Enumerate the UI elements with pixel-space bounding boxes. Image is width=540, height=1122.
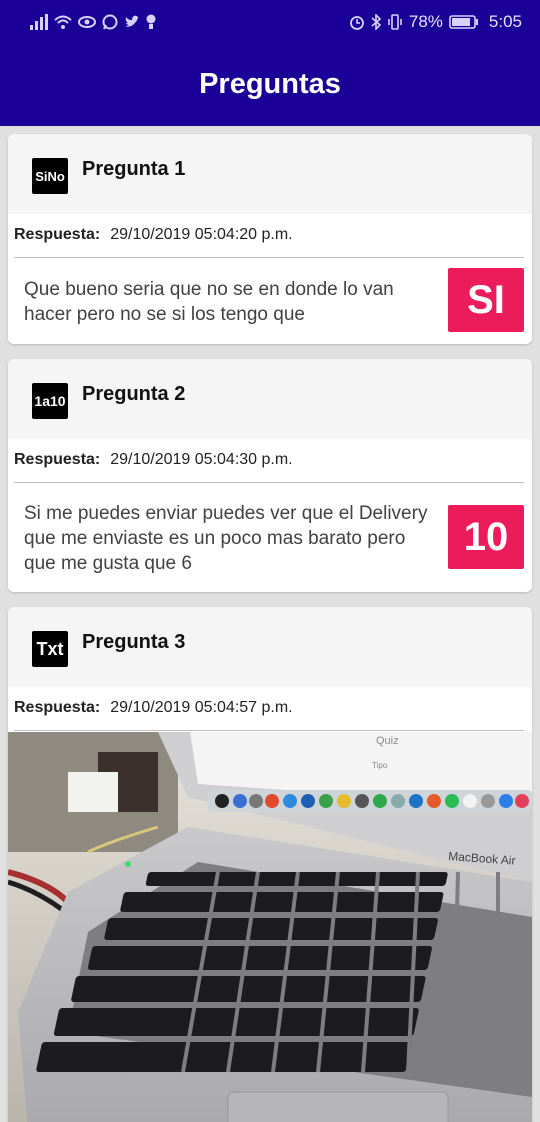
response-label: Respuesta:	[14, 451, 101, 468]
card-header: SiNo Pregunta 1	[8, 134, 532, 214]
card-title: Pregunta 1	[82, 158, 186, 180]
screen-text-quiz: Quiz	[376, 735, 399, 747]
response-row: Respuesta: 29/10/2019 05:04:20 p.m.	[14, 226, 293, 244]
wifi-icon	[54, 15, 72, 29]
clock: 5:05	[488, 12, 522, 31]
card-header: 1a10 Pregunta 2	[8, 359, 532, 439]
question-card-1[interactable]: SiNo Pregunta 1 Respuesta: 29/10/2019 05:…	[8, 134, 532, 344]
text-type-icon: Txt	[32, 631, 68, 667]
card-title: Pregunta 3	[82, 631, 186, 653]
response-label: Respuesta:	[14, 226, 101, 243]
divider	[14, 257, 524, 258]
divider	[14, 730, 524, 731]
answer-photo[interactable]: Quiz Tipo MacBook Air	[8, 732, 532, 1122]
answer-text: Que bueno seria que no se en donde lo va…	[24, 279, 394, 325]
status-icons-left	[30, 12, 156, 32]
status-icons-right: 78% 5:05	[349, 12, 522, 32]
answer-text: Si me puedes enviar puedes ver que el De…	[24, 503, 428, 574]
card-header: Txt Pregunta 3	[8, 607, 532, 687]
scale-1-to-10-type-icon: 1a10	[32, 383, 68, 419]
response-date: 29/10/2019 05:04:30 p.m.	[110, 451, 293, 468]
battery-percent: 78%	[408, 12, 443, 31]
answer-badge: 10	[448, 505, 524, 569]
page-title: Preguntas	[199, 68, 341, 100]
response-row: Respuesta: 29/10/2019 05:04:30 p.m.	[14, 451, 293, 469]
response-label: Respuesta:	[14, 699, 101, 716]
screen-text-tipo: Tipo	[372, 761, 388, 770]
question-card-2[interactable]: 1a10 Pregunta 2 Respuesta: 29/10/2019 05:…	[8, 359, 532, 592]
status-bar: 78% 5:05	[0, 0, 540, 44]
answer-badge: SI	[448, 268, 524, 332]
yes-no-type-icon: SiNo	[32, 158, 68, 194]
bulb-icon	[146, 14, 156, 29]
response-date: 29/10/2019 05:04:20 p.m.	[110, 226, 293, 243]
question-card-3[interactable]: Txt Pregunta 3 Respuesta: 29/10/2019 05:0…	[8, 607, 532, 1122]
twitter-icon	[125, 15, 140, 27]
bluetooth-icon	[371, 14, 381, 30]
response-row: Respuesta: 29/10/2019 05:04:57 p.m.	[14, 699, 293, 717]
app-bar: Preguntas	[0, 44, 540, 126]
whatsapp-icon	[102, 14, 118, 30]
alarm-icon	[349, 16, 364, 30]
signal-icon	[30, 14, 48, 30]
battery-icon	[449, 15, 478, 29]
response-date: 29/10/2019 05:04:57 p.m.	[110, 699, 293, 716]
vibrate-icon	[388, 14, 402, 30]
divider	[14, 482, 524, 483]
laptop-photo: Quiz Tipo MacBook Air	[8, 732, 532, 1122]
card-title: Pregunta 2	[82, 383, 186, 405]
eye-icon	[78, 16, 96, 28]
